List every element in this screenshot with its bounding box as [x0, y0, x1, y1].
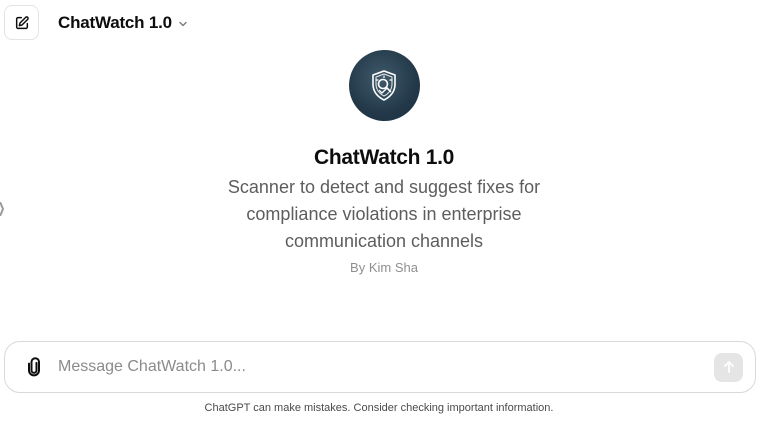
gpt-avatar: [348, 50, 420, 121]
model-title: ChatWatch 1.0: [58, 13, 172, 32]
attach-button[interactable]: [19, 352, 49, 382]
paperclip-icon: [24, 357, 44, 377]
gpt-name: ChatWatch 1.0: [313, 146, 454, 169]
new-chat-button[interactable]: [4, 5, 39, 40]
model-selector[interactable]: ChatWatch 1.0: [58, 12, 188, 34]
gpt-description: Scanner to detect and suggest fixes for …: [227, 177, 541, 251]
gpt-intro: ChatWatch 1.0 Scanner to detect and sugg…: [0, 50, 768, 275]
shield-magnifier-icon: [364, 66, 404, 106]
message-input[interactable]: [58, 352, 714, 382]
pencil-square-icon: [14, 15, 30, 31]
send-button[interactable]: [714, 352, 743, 382]
disclaimer-text: ChatGPT can make mistakes. Consider chec…: [204, 402, 554, 414]
arrow-up-icon: [722, 360, 736, 374]
gpt-author: By Kim Sha: [350, 260, 418, 275]
message-composer: [4, 341, 756, 393]
chevron-down-icon: [178, 19, 188, 29]
